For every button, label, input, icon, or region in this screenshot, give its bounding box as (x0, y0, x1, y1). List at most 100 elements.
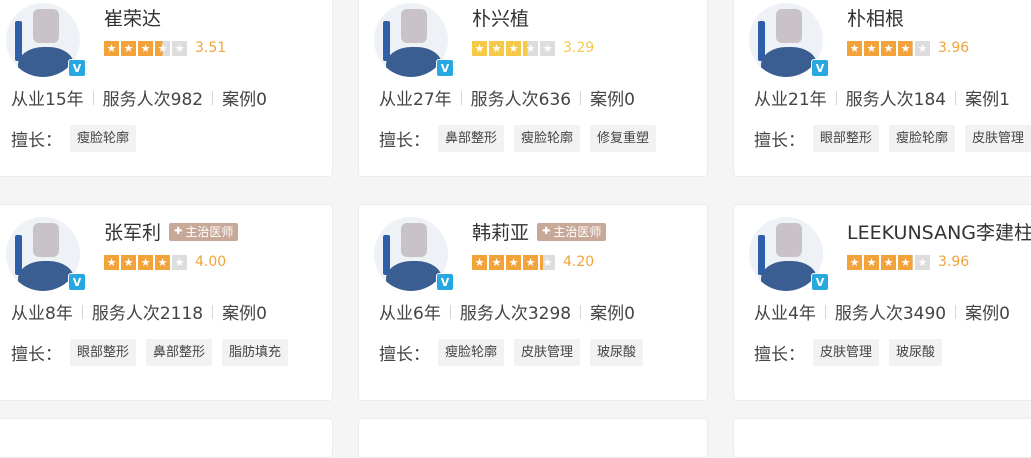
specialties-label: 擅长： (11, 345, 62, 365)
doctor-stats: 从业4年 服务人次3490 案例0 (754, 299, 1010, 324)
specialty-tag[interactable]: 瘦脸轮廓 (438, 339, 505, 366)
star-icon: ★ (523, 40, 538, 56)
specialties-label: 擅长： (754, 345, 805, 365)
verified-badge-icon: V (436, 59, 454, 77)
doctor-card[interactable] (0, 418, 333, 458)
star-icon: ★ (898, 40, 913, 56)
case-count[interactable]: 案例0 (222, 299, 267, 324)
rating-stars: ★ ★ ★ ★ ★ (472, 40, 557, 56)
specialty-tag[interactable]: 修复重塑 (590, 125, 657, 152)
specialty-tag[interactable]: 皮肤管理 (514, 339, 581, 366)
star-icon: ★ (138, 254, 153, 270)
doctor-card[interactable]: V LEEKUNSANG李建柱 ✚ ★★★★★ 3.96 从业4年 服务人次34… (733, 204, 1031, 401)
doctor-name[interactable]: 朴兴植 ✚ (472, 4, 529, 31)
specialty-tag[interactable]: 眼部整形 (813, 125, 880, 152)
specialty-tag[interactable]: 鼻部整形 (438, 125, 505, 152)
case-count[interactable]: 案例0 (590, 299, 635, 324)
doctor-card[interactable] (733, 418, 1031, 458)
star-icon: ★ (864, 40, 879, 56)
rating-stars: ★ ★ ★ ★ ★ (472, 254, 557, 270)
years-of-practice: 从业6年 (379, 304, 441, 324)
divider (955, 304, 957, 319)
divider (92, 90, 94, 105)
case-count[interactable]: 案例0 (590, 85, 635, 110)
star-icon: ★ (898, 254, 913, 270)
specialty-tag[interactable]: 瘦脸轮廓 (514, 125, 581, 152)
doctor-name-text[interactable]: 朴兴植 (472, 4, 529, 31)
rating: ★ ★ ★ ★ ★ 3.96 (847, 40, 969, 56)
star-icon: ★ (847, 40, 862, 56)
doctor-card[interactable]: V 张军利 ✚ 主治医师 ★ ★ ★ ★ ★ 4.00 从业8年 服务人次2118 案例0… (0, 204, 333, 401)
doctor-card[interactable]: V 朴兴植 ✚ ★★★★★ 3.29 从业27年 服务人次636 案例0 擅长：… (358, 0, 708, 177)
specialty-tag[interactable]: 玻尿酸 (590, 339, 644, 366)
specialty-tag[interactable]: 鼻部整形 (146, 339, 213, 366)
specialty-tag[interactable]: 眼部整形 (70, 339, 137, 366)
doctor-title-text: 主治医师 (553, 225, 602, 239)
doctor-name[interactable]: 张军利 ✚ 主治医师 (104, 218, 239, 245)
doctor-name-text[interactable]: 张军利 (104, 218, 161, 245)
doctor-name[interactable]: 韩莉亚 ✚ 主治医师 (472, 218, 607, 245)
rating-stars: ★ ★ ★ ★ ★ (847, 254, 932, 270)
avatar-face-blurred (776, 223, 802, 257)
avatar-face-blurred (776, 9, 802, 43)
case-count[interactable]: 案例1 (965, 85, 1010, 110)
star-icon: ★ (489, 40, 504, 56)
rating-stars: ★ ★ ★ ★ ★ (847, 40, 932, 56)
service-count: 服务人次3298 (459, 304, 572, 324)
rating-score: 3.96 (938, 40, 970, 56)
doctor-name-text[interactable]: 韩莉亚 (472, 218, 529, 245)
medical-cross-icon: ✚ (174, 226, 183, 237)
medical-cross-icon: ✚ (542, 226, 551, 237)
divider (835, 90, 837, 105)
doctor-title-tag: ✚ 主治医师 (169, 222, 239, 241)
divider (212, 304, 214, 319)
specialty-tag[interactable]: 脂肪填充 (222, 339, 289, 366)
star-icon: ★ (104, 254, 119, 270)
specialty-tag[interactable]: 瘦脸轮廓 (70, 125, 137, 152)
years-of-practice: 从业21年 (754, 90, 827, 110)
star-icon: ★ (155, 40, 170, 56)
case-count[interactable]: 案例0 (222, 85, 267, 110)
rating-stars: ★ ★ ★ ★ ★ (104, 254, 189, 270)
years-of-practice: 从业15年 (11, 90, 84, 110)
doctor-name[interactable]: 崔荣达 ✚ (104, 4, 161, 31)
rating: ★ ★ ★ ★ ★ 3.51 (104, 40, 226, 56)
divider (449, 304, 451, 319)
star-icon: ★ (472, 40, 487, 56)
star-icon: ★ (172, 254, 187, 270)
star-icon: ★ (472, 254, 487, 270)
star-icon: ★ (489, 254, 504, 270)
case-count[interactable]: 案例0 (965, 299, 1010, 324)
rating-stars: ★ ★ ★ ★ ★ (104, 40, 189, 56)
avatar-body (761, 47, 817, 77)
doctor-name[interactable]: 朴相根 ✚ (847, 4, 904, 31)
years-of-practice: 从业27年 (379, 90, 452, 110)
specialty-tag[interactable]: 瘦脸轮廓 (889, 125, 956, 152)
doctor-name-text[interactable]: 朴相根 (847, 4, 904, 31)
doctor-name-text[interactable]: LEEKUNSANG李建柱 (847, 218, 1031, 245)
divider (955, 90, 957, 105)
specialties-label: 擅长： (11, 131, 62, 151)
doctor-name[interactable]: LEEKUNSANG李建柱 ✚ (847, 218, 1031, 245)
doctor-name-text[interactable]: 崔荣达 (104, 4, 161, 31)
star-icon: ★ (847, 254, 862, 270)
star-icon: ★ (121, 40, 136, 56)
rating-score: 3.51 (195, 40, 227, 56)
star-icon: ★ (881, 40, 896, 56)
doctor-card[interactable]: V 崔荣达 ✚ ★★★★★ 3.51 从业15年 服务人次982 案例0 擅长：… (0, 0, 333, 177)
specialty-tag[interactable]: 皮肤管理 (965, 125, 1031, 152)
star-icon: ★ (915, 40, 930, 56)
verified-badge-icon: V (68, 273, 86, 291)
divider (81, 304, 83, 319)
specialties: 擅长： 眼部整形 瘦脸轮廓 皮肤管理 (754, 125, 1031, 152)
avatar-body (386, 47, 442, 77)
doctor-card[interactable]: V 韩莉亚 ✚ 主治医师 ★ ★ ★ ★ ★ 4.20 从业6年 服务人次3298 案例0… (358, 204, 708, 401)
avatar-body (761, 261, 817, 291)
service-count: 服务人次2118 (91, 304, 204, 324)
avatar-face-blurred (401, 223, 427, 257)
doctor-card[interactable]: V 朴相根 ✚ ★★★★★ 3.96 从业21年 服务人次184 案例1 擅长：… (733, 0, 1031, 177)
specialty-tag[interactable]: 皮肤管理 (813, 339, 880, 366)
doctor-card[interactable] (358, 418, 708, 458)
years-of-practice: 从业8年 (11, 304, 73, 324)
specialty-tag[interactable]: 玻尿酸 (889, 339, 943, 366)
